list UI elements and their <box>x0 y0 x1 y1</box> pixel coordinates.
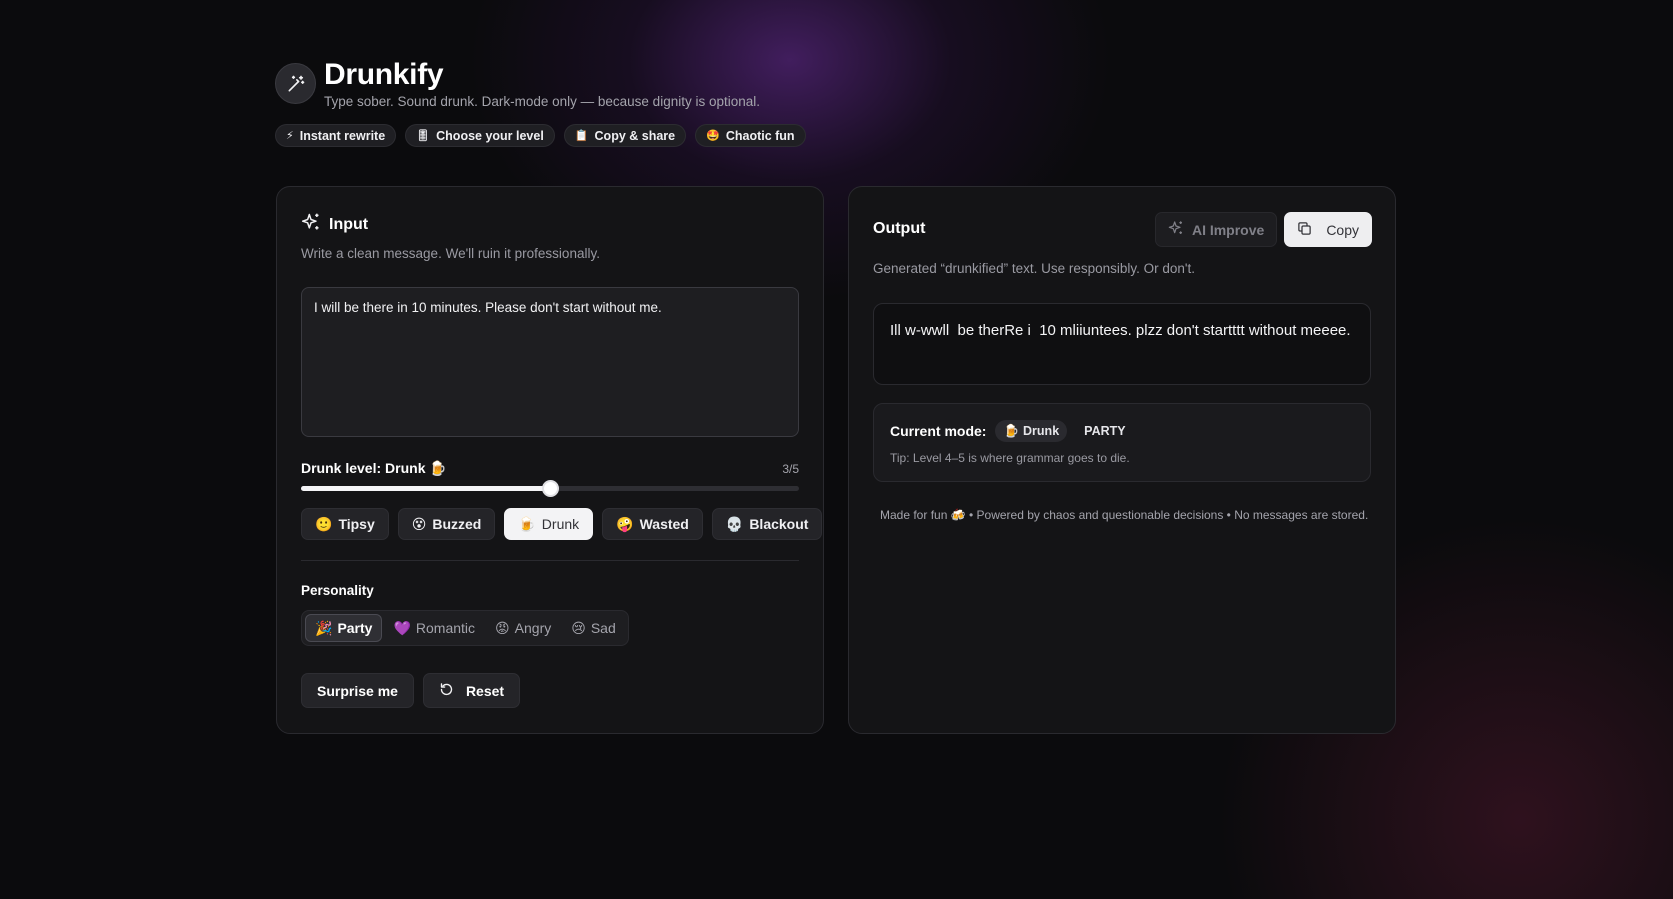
copy-label: Copy <box>1326 221 1359 238</box>
personality-romantic[interactable]: 💜 Romantic <box>384 614 484 642</box>
personality-selector: 🎉 Party 💜 Romantic 😡 Angry 😢 Sad <box>301 610 629 646</box>
mode-level-badge: 🍺 Drunk <box>995 420 1068 442</box>
current-mode-label: Current mode: <box>890 423 987 439</box>
star-eyes-icon: 🤩 <box>706 130 720 142</box>
mode-level-text: Drunk <box>1023 424 1060 438</box>
app-subtitle: Type sober. Sound drunk. Dark-mode only … <box>324 94 760 109</box>
reset-label: Reset <box>465 682 505 699</box>
feature-chip-copy-share: 📋 Copy & share <box>563 124 687 147</box>
level-button-label: Tipsy <box>338 516 375 532</box>
current-mode-panel: Current mode: 🍺 Drunk PARTY Tip: Level 4… <box>873 403 1371 482</box>
zany-face-icon: 🤪 <box>616 515 634 532</box>
personality-label-text: Angry <box>514 620 552 636</box>
input-header: Input <box>301 212 368 237</box>
ai-improve-label: AI Improve <box>1191 221 1265 238</box>
footer-note: Made for fun 🍻 • Powered by chaos and qu… <box>880 508 1369 522</box>
skull-icon: 💀 <box>725 515 744 532</box>
feature-chip-chaotic-fun: 🤩 Chaotic fun <box>695 124 806 147</box>
feature-chips: ⚡ Instant rewrite 🎚 Choose your level 📋 … <box>275 124 806 147</box>
level-button-buzzed[interactable]: 😵 Buzzed <box>397 508 496 540</box>
level-button-label: Blackout <box>749 516 809 532</box>
drunk-level-count: 3/5 <box>782 462 799 476</box>
personality-label: Personality <box>301 583 374 598</box>
level-button-label: Buzzed <box>432 516 482 532</box>
beer-mug-icon: 🍺 <box>1003 423 1020 438</box>
personality-sad[interactable]: 😢 Sad <box>562 614 625 642</box>
personality-angry[interactable]: 😡 Angry <box>486 614 560 642</box>
input-title: Input <box>329 215 369 233</box>
surprise-me-label: Surprise me <box>317 682 398 699</box>
drunk-level-label: Drunk level: Drunk 🍺 <box>301 460 447 476</box>
angry-face-icon: 😡 <box>495 619 510 636</box>
output-description: Generated “drunkified” text. Use respons… <box>873 261 1195 276</box>
output-card: Output AI Improve Copy Generated “drunki… <box>848 186 1396 734</box>
copy-button[interactable]: Copy <box>1284 212 1372 247</box>
feature-chip-instant-rewrite: ⚡ Instant rewrite <box>275 124 397 147</box>
personality-label-text: Romantic <box>415 620 476 636</box>
personality-party[interactable]: 🎉 Party <box>305 614 383 642</box>
mode-tip: Tip: Level 4–5 is where grammar goes to … <box>890 451 1130 465</box>
feature-chip-choose-level: 🎚 Choose your level <box>405 124 555 147</box>
beer-mug-icon: 🍺 <box>518 515 536 532</box>
drunkified-output-text: Ill w-wwll be therRe i 10 mliiuntees. pl… <box>873 303 1371 385</box>
magic-wand-icon <box>275 63 316 104</box>
party-popper-icon: 🎉 <box>315 619 333 636</box>
feature-chip-label: Choose your level <box>436 128 544 143</box>
input-description: Write a clean message. We'll ruin it pro… <box>301 246 600 261</box>
sparkles-icon <box>301 212 321 237</box>
ai-improve-button[interactable]: AI Improve <box>1154 212 1278 247</box>
purple-heart-icon: 💜 <box>393 619 411 636</box>
level-buttons: 🙂 Tipsy 😵 Buzzed 🍺 Drunk 🤪 Wasted 💀 Blac… <box>301 508 823 540</box>
input-actions: Surprise me Reset <box>301 673 521 708</box>
reset-icon <box>439 682 454 700</box>
personality-label-text: Sad <box>590 620 616 636</box>
reset-button[interactable]: Reset <box>422 673 521 708</box>
level-slider-icon: 🎚 <box>416 130 431 142</box>
sad-face-icon: 😢 <box>571 619 586 636</box>
level-button-wasted[interactable]: 🤪 Wasted <box>602 508 703 540</box>
level-button-label: Drunk <box>541 516 580 532</box>
drunk-level-slider[interactable] <box>301 480 799 497</box>
level-button-drunk[interactable]: 🍺 Drunk <box>504 508 594 540</box>
clipboard-icon: 📋 <box>574 130 589 142</box>
feature-chip-label: Instant rewrite <box>299 128 386 143</box>
app-title: Drunkify <box>324 58 444 91</box>
personality-label-text: Party <box>337 620 373 636</box>
level-button-label: Wasted <box>639 516 689 532</box>
surprise-me-button[interactable]: Surprise me <box>301 673 414 708</box>
lightning-icon: ⚡ <box>286 130 294 142</box>
slight-smile-icon: 🙂 <box>315 515 333 532</box>
slider-fill <box>301 486 550 491</box>
slider-thumb[interactable] <box>542 480 559 497</box>
input-card: Input Write a clean message. We'll ruin … <box>276 186 824 734</box>
copy-icon <box>1297 221 1312 239</box>
level-button-tipsy[interactable]: 🙂 Tipsy <box>301 508 389 540</box>
dizzy-face-icon: 😵 <box>411 515 427 532</box>
output-title: Output <box>873 220 926 237</box>
output-toolbar: AI Improve Copy <box>1154 212 1372 247</box>
sparkles-icon <box>1168 220 1184 239</box>
mode-personality-badge: PARTY <box>1084 424 1126 438</box>
level-button-blackout[interactable]: 💀 Blackout <box>711 508 823 540</box>
current-mode-row: Current mode: 🍺 Drunk PARTY <box>890 420 1134 442</box>
message-input[interactable] <box>301 287 799 437</box>
feature-chip-label: Chaotic fun <box>725 128 795 143</box>
feature-chip-label: Copy & share <box>594 128 676 143</box>
section-divider <box>301 560 799 561</box>
